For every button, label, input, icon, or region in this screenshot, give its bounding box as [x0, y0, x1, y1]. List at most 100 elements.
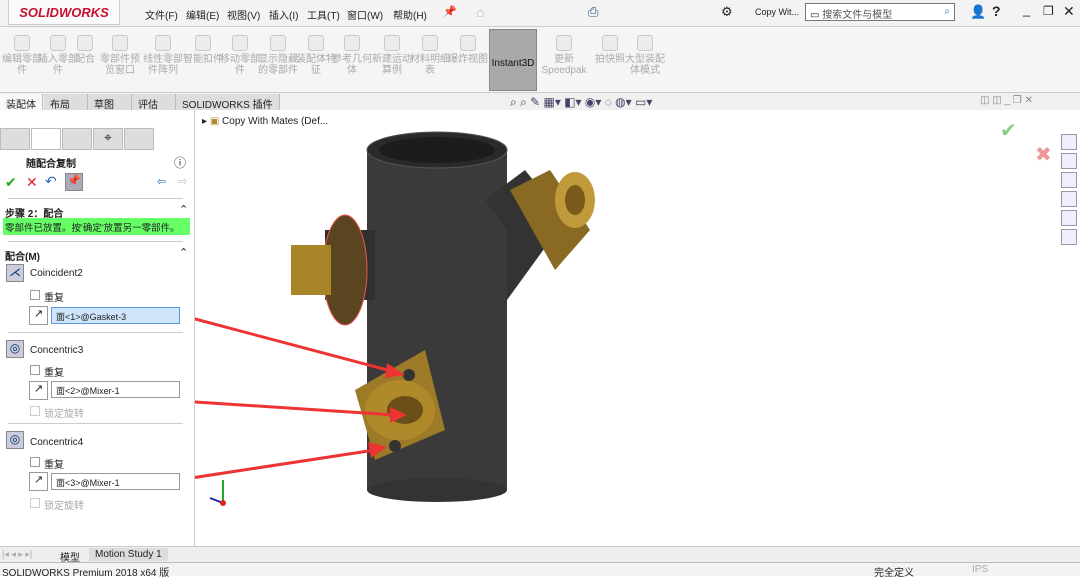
minimize-button[interactable]: _: [1023, 2, 1030, 17]
linear-pattern-button[interactable]: 线性零部件阵列: [140, 35, 186, 76]
tab-evaluate[interactable]: 评估: [132, 94, 176, 111]
move-component-button[interactable]: 移动零部件: [220, 35, 260, 76]
print-icon[interactable]: ⎙: [588, 4, 598, 20]
definition-state: 完全定义: [874, 568, 914, 579]
mate-name: Concentric4: [30, 437, 84, 448]
tab-motion-study[interactable]: Motion Study 1: [89, 548, 168, 561]
gear-icon[interactable]: ⚙: [721, 4, 733, 20]
dimxpert-tab[interactable]: ⌖: [93, 128, 123, 150]
concentric-icon: ◎: [6, 431, 24, 449]
assembly-features-button[interactable]: 装配体特征: [296, 35, 336, 76]
selection-icon[interactable]: ↗: [29, 472, 48, 491]
repeat-label: 重复: [44, 460, 64, 471]
tab-addins[interactable]: SOLIDWORKS 插件: [176, 94, 280, 111]
menu-insert[interactable]: 插入(I): [269, 7, 298, 22]
menu-window[interactable]: 窗口(W): [347, 7, 383, 22]
smart-fasteners-button[interactable]: 智能扣件: [183, 35, 223, 65]
take-snapshot-button[interactable]: 拍快照: [590, 35, 630, 65]
view-palette-icon[interactable]: [1061, 191, 1077, 207]
pin-icon[interactable]: 📌: [443, 5, 457, 18]
edit-component-button[interactable]: 编辑零部件: [2, 35, 42, 76]
status-bar: SOLIDWORKS Premium 2018 x64 版 完全定义 IPS: [0, 562, 1080, 579]
concentric-icon: ◎: [6, 340, 24, 358]
bom-button[interactable]: 材料明细表: [410, 35, 450, 76]
coincident-icon: ⋌: [6, 264, 24, 282]
repeat-checkbox[interactable]: [30, 457, 40, 467]
lock-rotation-label: 锁定旋转: [44, 501, 84, 512]
selection-icon[interactable]: ↗: [29, 381, 48, 400]
selection-field[interactable]: 面<2>@Mixer-1: [51, 381, 180, 398]
menu-tools[interactable]: 工具(T): [307, 7, 340, 22]
triad-icon: [209, 480, 226, 506]
collapse-icon[interactable]: ⌃: [179, 246, 188, 259]
repeat-label: 重复: [44, 368, 64, 379]
document-name: Copy Wit...: [755, 7, 800, 17]
menu-view[interactable]: 视图(V): [227, 7, 260, 22]
design-library-icon[interactable]: [1061, 153, 1077, 169]
mate-button[interactable]: 配合: [70, 35, 100, 65]
pushpin-button[interactable]: 📌: [65, 173, 83, 191]
bottom-tabs: |◂ ◂ ▸ ▸| 模型 Motion Study 1: [0, 546, 1080, 564]
solidworks-logo[interactable]: SOLIDWORKS: [8, 0, 120, 25]
ok-button[interactable]: ✔: [5, 174, 17, 191]
search-icon[interactable]: ⌕: [944, 6, 950, 17]
view-toolbar[interactable]: ⌕ ⌕ ✎ ▦▾ ◧▾ ◉▾ ◌ ◍▾ ▭▾: [510, 95, 652, 110]
search-input[interactable]: ▭ 搜索文件与模型 ⌕: [805, 3, 955, 21]
file-explorer-icon[interactable]: [1061, 172, 1077, 188]
help-icon[interactable]: ?: [992, 3, 1001, 19]
large-assembly-mode-button[interactable]: 大型装配体模式: [625, 35, 665, 76]
tab-assembly[interactable]: 装配体: [0, 94, 43, 111]
new-motion-study-button[interactable]: 新建运动算例: [372, 35, 412, 76]
selection-icon[interactable]: ↗: [29, 306, 48, 325]
menu-help[interactable]: 帮助(H): [393, 7, 427, 22]
custom-properties-icon[interactable]: [1061, 229, 1077, 245]
appearances-icon[interactable]: [1061, 210, 1077, 226]
undo-button[interactable]: ↶: [45, 173, 57, 190]
mate-name: Concentric3: [30, 345, 84, 356]
title-bar: SOLIDWORKS 文件(F) 编辑(E) 视图(V) 插入(I) 工具(T)…: [0, 0, 1080, 27]
cancel-button[interactable]: ✕: [26, 174, 38, 191]
version-label: SOLIDWORKS Premium 2018 x64 版: [2, 568, 170, 579]
help-icon[interactable]: ⓘ: [174, 154, 186, 171]
configuration-manager-tab[interactable]: [62, 128, 92, 150]
tab-layout[interactable]: 布局: [44, 94, 88, 111]
home-icon[interactable]: ⌂: [476, 4, 484, 20]
graphics-area[interactable]: [195, 110, 1060, 546]
reference-geometry-button[interactable]: 参考几何体: [332, 35, 372, 76]
repeat-checkbox[interactable]: [30, 365, 40, 375]
collapse-icon[interactable]: ⌃: [179, 203, 188, 216]
repeat-checkbox[interactable]: [30, 290, 40, 300]
exploded-view-button[interactable]: 爆炸视图: [448, 35, 488, 65]
tab-scroll-buttons[interactable]: |◂ ◂ ▸ ▸|: [2, 549, 32, 560]
component-preview-button[interactable]: 零部件预览窗口: [100, 35, 140, 76]
property-manager: ⌖ 随配合复制 ⓘ ✔ ✕ ↶ 📌 ⇦ ⇨ 步骤 2：配合 ⌃ 零部件已放置。按…: [0, 110, 195, 546]
instant3d-button[interactable]: Instant3D: [489, 29, 537, 91]
units-selector[interactable]: IPS: [972, 564, 988, 575]
menu-edit[interactable]: 编辑(E): [186, 7, 219, 22]
mate-name: Coincident2: [30, 268, 83, 279]
show-hidden-button[interactable]: 显示隐藏的零部件: [258, 35, 298, 76]
command-tabs: 装配体 布局 草图 评估 SOLIDWORKS 插件 ⌕ ⌕ ✎ ▦▾ ◧▾ ◉…: [0, 93, 1080, 111]
mates-header: 配合(M): [5, 252, 40, 263]
lock-rotation-label: 锁定旋转: [44, 409, 84, 420]
feature-manager-tab[interactable]: [0, 128, 30, 150]
lock-rotation-checkbox[interactable]: [30, 406, 40, 416]
forward-button[interactable]: ⇨: [178, 175, 187, 188]
logo-text: SOLIDWORKS: [19, 4, 109, 20]
search-placeholder: 搜索文件与模型: [822, 10, 893, 21]
tab-sketch[interactable]: 草图: [88, 94, 132, 111]
selection-field[interactable]: 面<3>@Mixer-1: [51, 473, 180, 490]
lock-rotation-checkbox[interactable]: [30, 498, 40, 508]
home-icon[interactable]: [1061, 134, 1077, 150]
viewport-controls[interactable]: ◫ ◫ _ ❐ ✕: [980, 95, 1033, 106]
user-icon[interactable]: 👤: [970, 4, 986, 20]
menu-file[interactable]: 文件(F): [145, 7, 178, 22]
restore-button[interactable]: ❐: [1043, 4, 1054, 18]
update-speedpak-button[interactable]: 更新Speedpak: [540, 35, 588, 76]
back-button[interactable]: ⇦: [157, 175, 166, 188]
close-button[interactable]: ✕: [1063, 3, 1075, 20]
display-manager-tab[interactable]: [124, 128, 154, 150]
property-manager-tab[interactable]: [31, 128, 61, 150]
selection-field[interactable]: 面<1>@Gasket-3: [51, 307, 180, 324]
repeat-label: 重复: [44, 293, 64, 304]
